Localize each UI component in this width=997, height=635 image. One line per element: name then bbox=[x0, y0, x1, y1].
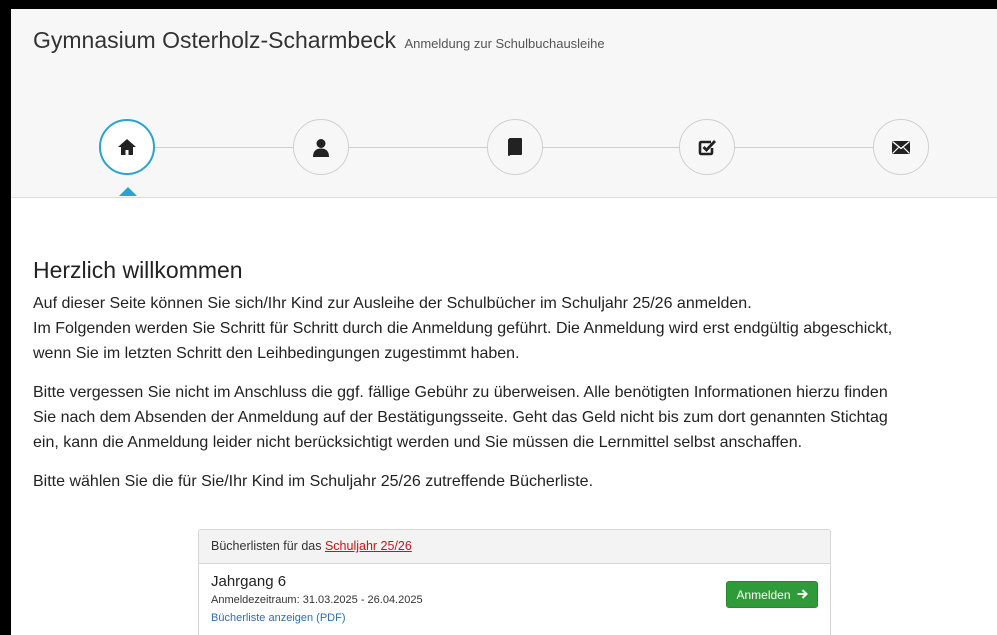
step-confirmation[interactable] bbox=[679, 119, 735, 175]
school-name: Gymnasium Osterholz-Scharmbeck bbox=[33, 27, 396, 53]
panel-heading: Bücherlisten für das Schuljahr 25/26 bbox=[199, 530, 830, 564]
checkbox-icon bbox=[698, 138, 717, 156]
book-icon bbox=[507, 137, 523, 157]
book-list-pdf-link[interactable]: Bücherliste anzeigen (PDF) bbox=[211, 612, 346, 624]
step-submit[interactable] bbox=[873, 119, 929, 175]
main-content: Herzlich willkommen Auf dieser Seite kön… bbox=[33, 257, 993, 508]
app-subtitle: Anmeldung zur Schulbuchausleihe bbox=[404, 36, 605, 51]
intro-paragraph: Auf dieser Seite können Sie sich/Ihr Kin… bbox=[33, 291, 993, 366]
step-connector bbox=[735, 147, 875, 148]
book-lists-panel: Bücherlisten für das Schuljahr 25/26 Jah… bbox=[198, 529, 831, 635]
text-line: Auf dieser Seite können Sie sich/Ihr Kin… bbox=[33, 295, 752, 312]
wizard-stepper bbox=[11, 119, 997, 199]
panel-heading-text: Bücherlisten für das bbox=[211, 539, 322, 553]
arrow-right-icon bbox=[797, 588, 808, 602]
step-book-list[interactable] bbox=[487, 119, 543, 175]
register-button[interactable]: Anmelden bbox=[726, 581, 818, 608]
brand: Gymnasium Osterholz-Scharmbeck Anmeldung… bbox=[33, 27, 605, 54]
step-connector bbox=[543, 147, 683, 148]
page-title: Herzlich willkommen bbox=[33, 257, 243, 283]
envelope-icon bbox=[891, 140, 911, 155]
register-button-label: Anmelden bbox=[736, 587, 791, 602]
step-welcome[interactable] bbox=[99, 119, 155, 175]
step-connector bbox=[349, 147, 489, 148]
step-personal-data[interactable] bbox=[293, 119, 349, 175]
list-item: Jahrgang 6 Anmeldezeitraum: 31.03.2025 -… bbox=[199, 564, 830, 635]
choose-list-paragraph: Bitte wählen Sie die für Sie/Ihr Kind im… bbox=[33, 473, 594, 490]
text-line: wenn Sie im letzten Schritt den Leihbedi… bbox=[33, 345, 520, 362]
fee-paragraph: Bitte vergessen Sie nicht im Anschluss d… bbox=[33, 380, 993, 455]
text-line: Sie nach dem Absenden der Anmeldung auf … bbox=[33, 409, 888, 426]
school-year-link[interactable]: Schuljahr 25/26 bbox=[325, 539, 412, 553]
page: Gymnasium Osterholz-Scharmbeck Anmeldung… bbox=[11, 9, 997, 635]
text-line: Im Folgenden werden Sie Schritt für Schr… bbox=[33, 320, 893, 337]
home-icon bbox=[117, 138, 137, 156]
text-line: Bitte vergessen Sie nicht im Anschluss d… bbox=[33, 384, 888, 401]
step-connector bbox=[155, 147, 295, 148]
header: Gymnasium Osterholz-Scharmbeck Anmeldung… bbox=[11, 9, 997, 198]
text-line: ein, kann die Anmeldung leider nicht ber… bbox=[33, 434, 803, 451]
user-icon bbox=[312, 138, 330, 157]
active-step-indicator bbox=[119, 187, 137, 196]
